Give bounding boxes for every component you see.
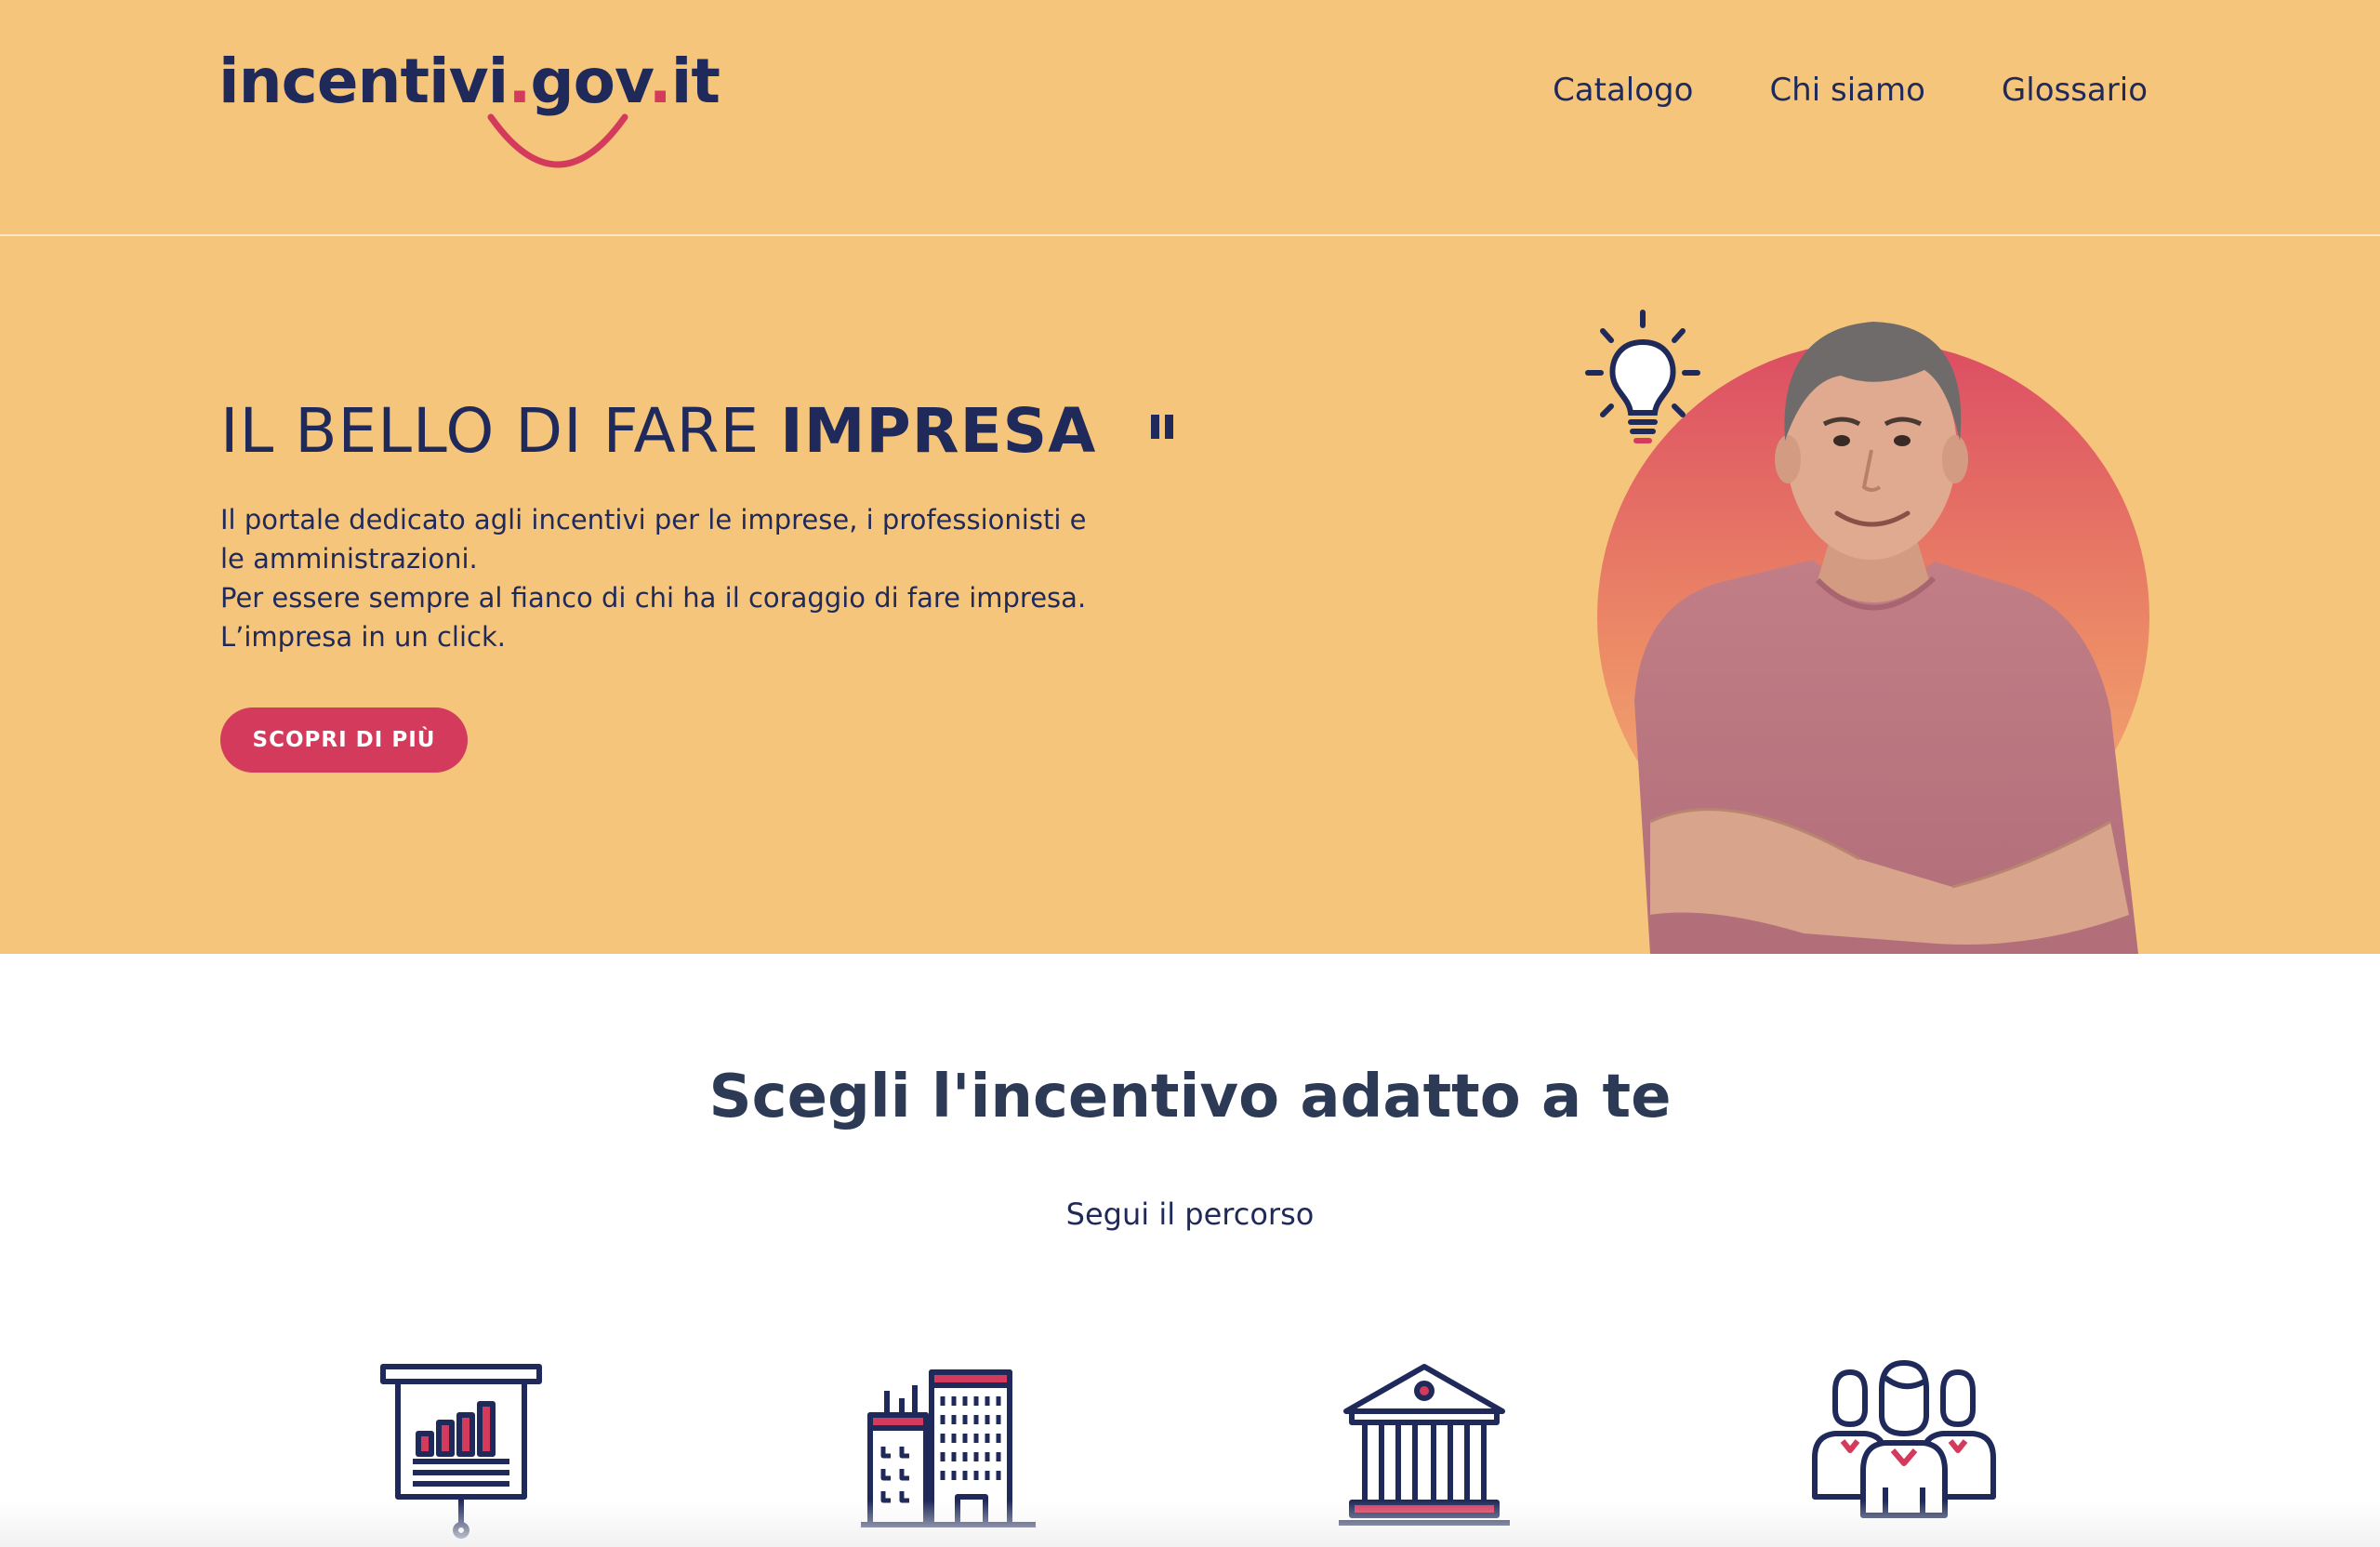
main-nav: Catalogo Chi siamo Glossario [1553, 67, 2148, 113]
site-header: incentivi.gov.it Catalogo Chi siamo Glos… [0, 0, 2380, 236]
nav-link-glossario[interactable]: Glossario [2002, 72, 2148, 109]
hero-person-illustration [1585, 310, 2149, 954]
hero-paragraph: L’impresa in un click. [220, 621, 506, 653]
logo-text-it: it [670, 46, 721, 117]
logo-smile-icon [487, 113, 628, 168]
site-logo[interactable]: incentivi.gov.it [218, 45, 721, 119]
category-office-buildings[interactable] [853, 1357, 1039, 1543]
hero-title-light: IL BELLO DI FARE [220, 395, 781, 467]
presentation-chart-icon [380, 1364, 542, 1539]
public-institution-icon [1339, 1364, 1510, 1526]
hero-description: Il portale dedicato agli incentivi per l… [220, 500, 1113, 656]
hero-title: IL BELLO DI FARE IMPRESA [220, 394, 1096, 469]
category-presentation-chart[interactable] [368, 1357, 554, 1543]
hero-title-strong: IMPRESA [780, 395, 1097, 467]
section-subtitle: Segui il percorso [1065, 1197, 1315, 1232]
hero-banner: IL BELLO DI FARE IMPRESA Il portale dedi… [0, 236, 2380, 954]
scopri-di-piu-button[interactable]: SCOPRI DI PIÙ [220, 707, 468, 773]
hero-paragraph: Per essere sempre al fianco di chi ha il… [220, 582, 1087, 614]
hero-paragraph: Il portale dedicato agli incentivi per l… [220, 504, 1087, 575]
office-buildings-icon [861, 1369, 1036, 1527]
logo-text-gov: gov [530, 46, 649, 117]
nav-link-catalogo[interactable]: Catalogo [1553, 72, 1693, 109]
category-public-institution[interactable] [1331, 1357, 1517, 1543]
category-group-people[interactable] [1811, 1357, 1997, 1543]
logo-text-incentivi: incentivi [218, 46, 509, 117]
logo-dot: . [508, 46, 531, 117]
typing-cursor-icon [1151, 415, 1173, 443]
logo-dot: . [648, 46, 672, 117]
section-title: Scegli l'incentivo adatto a te [708, 1063, 1672, 1131]
bottom-fade [0, 1501, 2380, 1547]
group-people-icon [1812, 1360, 1996, 1518]
nav-link-chi-siamo[interactable]: Chi siamo [1769, 72, 1924, 109]
